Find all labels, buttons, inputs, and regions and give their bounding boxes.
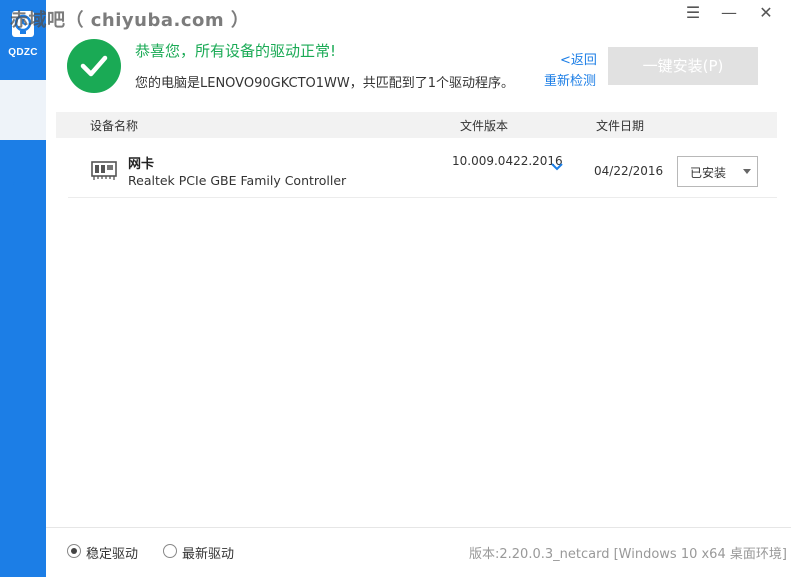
radio-latest-driver[interactable] xyxy=(163,544,177,558)
gear-icon xyxy=(12,180,29,197)
network-card-icon xyxy=(91,161,117,180)
menu-button[interactable]: ☰ xyxy=(682,4,704,22)
file-date: 04/22/2016 xyxy=(594,164,664,178)
table-header: 设备名称 文件版本 文件日期 xyxy=(56,112,777,138)
minimize-button[interactable]: — xyxy=(718,4,740,22)
device-name: Realtek PCIe GBE Family Controller xyxy=(128,173,347,188)
radio-stable-label[interactable]: 稳定驱动 xyxy=(86,543,138,562)
version-info: 版本:2.20.0.3_netcard [Windows 10 x64 桌面环境… xyxy=(469,547,787,562)
back-link[interactable]: <返回 xyxy=(560,49,597,68)
status-title: 恭喜您，所有设备的驱动正常! xyxy=(135,42,337,60)
status-subtitle: 您的电脑是LENOVO90GKCTO1WW，共匹配到了1个驱动程序。 xyxy=(135,76,515,91)
success-check-icon xyxy=(67,39,121,93)
radio-latest-label[interactable]: 最新驱动 xyxy=(182,543,234,562)
sidebar-item-settings[interactable] xyxy=(0,80,46,197)
column-header-file-date: 文件日期 xyxy=(596,119,645,133)
radio-stable-driver[interactable] xyxy=(67,544,81,558)
close-button[interactable]: ✕ xyxy=(755,4,777,22)
file-version: 10.009.0422.2016 xyxy=(452,154,563,168)
dropdown-arrow-icon xyxy=(743,169,751,174)
footer-divider xyxy=(46,527,791,528)
column-header-device-name: 设备名称 xyxy=(90,119,139,133)
table-row: 网卡 Realtek PCIe GBE Family Controller 10… xyxy=(68,140,777,198)
device-type: 网卡 xyxy=(128,157,155,172)
rescan-link[interactable]: 重新检测 xyxy=(544,70,596,89)
logo-text: QDZC xyxy=(8,47,38,58)
one-click-install-button[interactable]: 一键安装(P) xyxy=(608,47,758,85)
chevron-down-icon[interactable] xyxy=(550,162,564,172)
install-status-dropdown[interactable]: 已安装 xyxy=(677,156,758,187)
install-status-value: 已安装 xyxy=(690,166,727,180)
watermark: 赤域吧（ chiyuba.com ） xyxy=(10,10,250,31)
column-header-file-version: 文件版本 xyxy=(460,119,509,133)
